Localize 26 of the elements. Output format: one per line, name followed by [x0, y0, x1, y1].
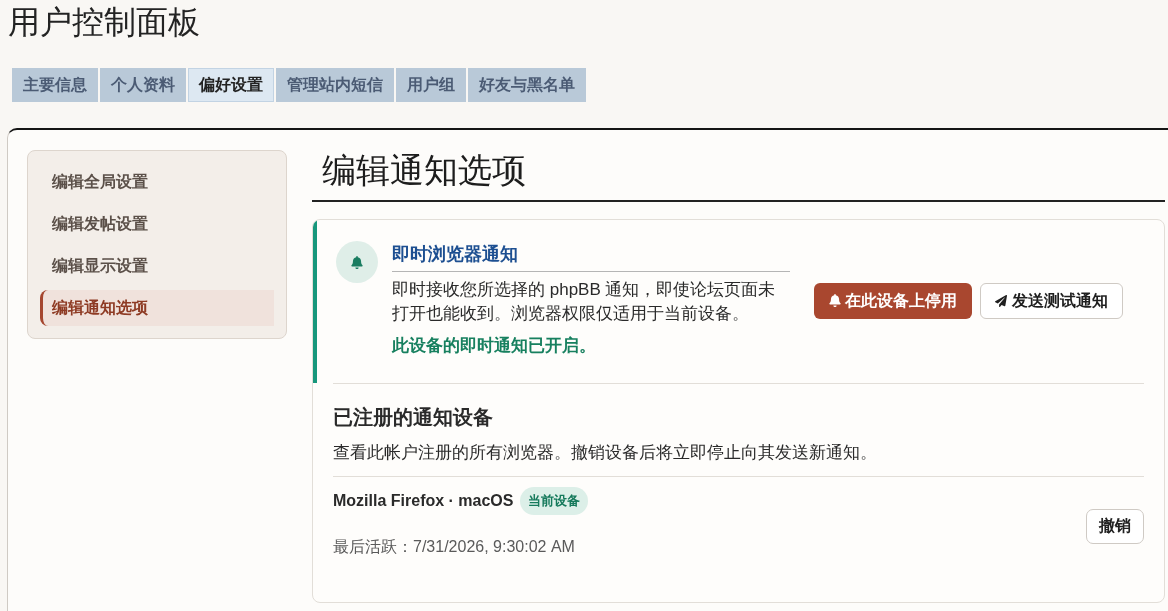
- device-name: Mozilla Firefox · macOS: [333, 491, 514, 511]
- tab[interactable]: 主要信息: [12, 68, 98, 102]
- tab[interactable]: 好友与黑名单: [468, 68, 586, 102]
- sidebar-item[interactable]: 编辑通知选项: [40, 290, 274, 326]
- disable-button[interactable]: 在此设备上停用: [814, 282, 972, 319]
- bell-icon: [336, 241, 378, 283]
- revoke-button[interactable]: 撤销: [1086, 508, 1144, 544]
- page-title: 用户控制面板: [8, 3, 200, 42]
- sidebar-item[interactable]: 编辑发帖设置: [40, 206, 274, 242]
- tab[interactable]: 偏好设置: [188, 68, 274, 102]
- section-heading: 编辑通知选项: [322, 151, 526, 191]
- tab[interactable]: 个人资料: [100, 68, 186, 102]
- push-description: 即时接收您所选择的 phpBB 通知，即使论坛页面未打开也能收到。浏览器权限仅适用于当前设备。: [392, 279, 777, 325]
- paper-plane-icon: [995, 294, 1007, 307]
- push-title: 即时浏览器通知: [392, 244, 518, 264]
- bell-icon: [829, 294, 841, 307]
- push-status: 此设备的即时通知已开启。: [392, 335, 597, 357]
- devices-title: 已注册的通知设备: [333, 405, 493, 430]
- tab[interactable]: 管理站内短信: [276, 68, 394, 102]
- sidebar-item[interactable]: 编辑全局设置: [40, 164, 274, 200]
- last-active-text: 最后活跃：7/31/2026, 9:30:02 AM: [333, 538, 575, 555]
- send-test-button[interactable]: 发送测试通知: [980, 282, 1123, 319]
- sidebar-item[interactable]: 编辑显示设置: [40, 248, 274, 284]
- tab[interactable]: 用户组: [396, 68, 466, 102]
- devices-description: 查看此帐户注册的所有浏览器。撤销设备后将立即停止向其发送新通知。: [333, 442, 878, 464]
- current-device-badge: 当前设备: [520, 487, 589, 515]
